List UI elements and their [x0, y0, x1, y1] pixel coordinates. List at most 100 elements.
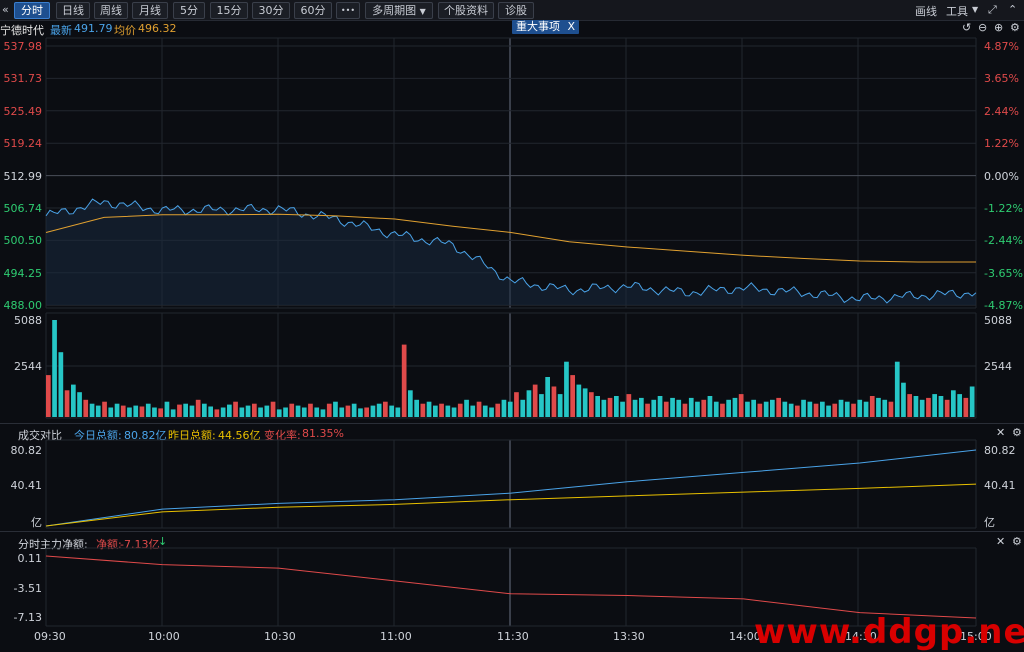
chevron-down-icon: ▼	[419, 7, 426, 16]
volume-bar	[264, 405, 270, 417]
volume-bar	[738, 394, 744, 417]
volume-bar	[776, 397, 781, 417]
volume-bar	[276, 409, 282, 417]
avg-line	[45, 213, 976, 263]
volume-bar	[557, 394, 563, 417]
diagnose-button[interactable]: 诊股	[498, 2, 534, 19]
event-badge[interactable]: 重大事项 X	[512, 20, 580, 34]
volume-bar	[919, 399, 925, 417]
volume-bar	[969, 386, 975, 417]
close-icon[interactable]: X	[568, 20, 576, 33]
volume-bar	[782, 401, 788, 417]
volume-bar	[370, 405, 376, 417]
tab-daily[interactable]: 日线	[56, 2, 90, 19]
volume-bar	[364, 407, 369, 417]
volume-bar	[433, 405, 438, 417]
price-tick: 488.00	[3, 299, 43, 312]
tab-monthly[interactable]: 月线	[132, 2, 168, 19]
settings-icon[interactable]: ⚙	[1010, 21, 1020, 34]
today-label: 今日总额:	[74, 429, 122, 442]
volume-bar	[601, 399, 607, 417]
volume-tick-mid: 2544	[14, 360, 42, 373]
volume-bar	[77, 392, 82, 417]
change-value: 81.35%	[302, 427, 344, 440]
tools-button[interactable]: 工具	[946, 3, 968, 19]
separator	[0, 531, 1024, 532]
volume-bar	[395, 407, 401, 417]
pct-tick: -3.65%	[984, 267, 1023, 280]
tools-dropdown-icon[interactable]: ▼	[972, 5, 978, 14]
volume-bar	[957, 394, 962, 417]
latest-label: 最新	[50, 24, 72, 37]
volume-bar	[289, 403, 295, 417]
volume-bar	[170, 409, 176, 417]
settings-icon[interactable]: ⚙	[1012, 426, 1022, 439]
volume-bar	[58, 352, 64, 417]
volume-bar	[894, 361, 900, 417]
more-button[interactable]: •••	[336, 2, 360, 19]
separator	[0, 423, 1024, 424]
net-label: 净额:	[96, 538, 122, 551]
tab-60min[interactable]: 60分	[294, 2, 332, 19]
volume-bar	[64, 390, 70, 417]
price-tick: 525.49	[3, 105, 43, 118]
undo-icon[interactable]: ↺	[962, 21, 971, 34]
price-tick: 512.99	[3, 170, 43, 183]
net-value: -7.13亿	[120, 538, 160, 551]
net-flow-line	[45, 555, 977, 619]
volume-bar	[926, 397, 931, 417]
volume-bar	[526, 390, 532, 417]
close-icon[interactable]: ✕	[996, 426, 1005, 439]
volume-bar	[177, 404, 182, 417]
multi-period-button[interactable]: 多周期图 ▼	[365, 2, 433, 19]
volume-bar	[227, 404, 232, 417]
today-value: 80.82亿	[124, 429, 167, 442]
tab-5min[interactable]: 5分	[173, 2, 205, 19]
expand-icon[interactable]: ⤢	[988, 3, 997, 17]
flow-tick: -7.13	[13, 611, 42, 624]
volume-bar	[682, 403, 688, 417]
volume-bar	[763, 401, 769, 417]
volume-bar	[851, 403, 856, 417]
volume-bar	[757, 403, 763, 417]
amount-tick: 80.82	[10, 444, 43, 457]
stock-info-button[interactable]: 个股资料	[438, 2, 494, 19]
settings-icon[interactable]: ⚙	[1012, 535, 1022, 548]
volume-bar	[532, 384, 538, 417]
volume-bar	[139, 406, 145, 417]
price-tick: 506.74	[3, 202, 43, 215]
collapse-icon[interactable]: ⌃	[1008, 3, 1017, 16]
volume-bar	[770, 399, 775, 417]
tab-timeshare[interactable]: 分时	[14, 2, 50, 19]
volume-bar	[202, 403, 207, 417]
volume-bar	[145, 403, 151, 417]
arrow-down-icon: ↓	[158, 535, 168, 548]
volume-bar	[152, 407, 157, 417]
back-icon[interactable]: «	[2, 3, 9, 16]
volume-bar	[869, 396, 875, 417]
volume-bar	[507, 401, 513, 417]
time-tick: 11:00	[380, 630, 412, 643]
tab-15min[interactable]: 15分	[210, 2, 248, 19]
draw-button[interactable]: 画线	[915, 3, 937, 19]
minus-circle-icon[interactable]: ⊖	[978, 21, 987, 34]
volume-bar	[907, 394, 912, 417]
volume-bar	[826, 405, 831, 417]
volume-bar	[838, 399, 844, 417]
volume-bar	[326, 403, 332, 417]
volume-bar	[158, 408, 163, 417]
volume-bar	[751, 399, 756, 417]
volume-bar	[582, 388, 588, 417]
amount-tick-right: 80.82	[984, 444, 1016, 457]
tab-weekly[interactable]: 周线	[94, 2, 128, 19]
amount-tick: 40.41	[10, 479, 43, 492]
volume-bar	[464, 399, 469, 417]
volume-bar	[551, 386, 557, 417]
volume-bar	[501, 399, 507, 417]
tab-30min[interactable]: 30分	[252, 2, 290, 19]
close-icon[interactable]: ✕	[996, 535, 1005, 548]
watermark: www.ddgp.net	[754, 612, 1024, 652]
plus-circle-icon[interactable]: ⊕	[994, 21, 1003, 34]
volume-bar	[801, 399, 806, 417]
volume-bar	[351, 403, 357, 417]
